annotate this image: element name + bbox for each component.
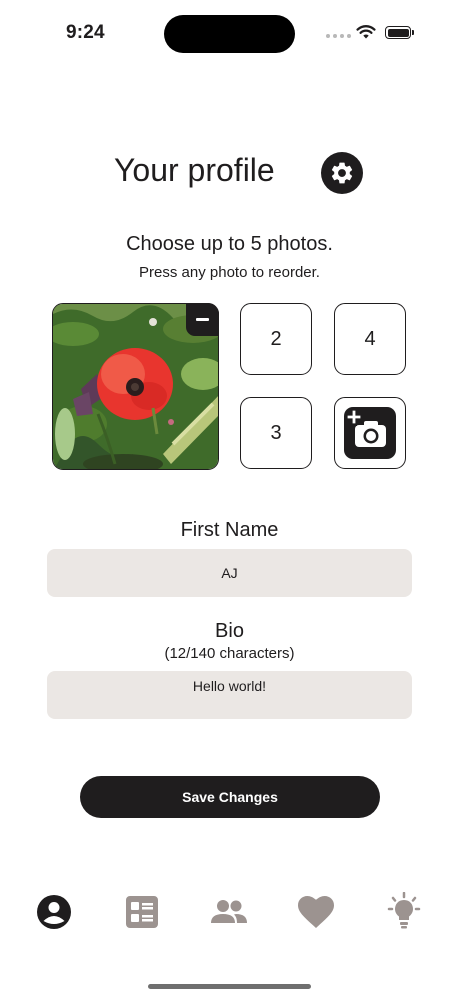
photos-heading: Choose up to 5 photos. — [126, 233, 333, 255]
bio-field[interactable]: Hello world! — [47, 671, 412, 719]
settings-button[interactable] — [321, 152, 363, 194]
gear-icon — [331, 162, 353, 184]
tab-list[interactable] — [122, 892, 162, 932]
battery-cap — [412, 30, 414, 35]
wifi-icon — [356, 25, 376, 39]
photos-hint: Press any photo to reorder. — [139, 264, 320, 281]
list-icon — [126, 896, 158, 928]
tab-ideas[interactable] — [384, 892, 424, 932]
home-indicator — [148, 984, 311, 989]
cellular-signal-icon — [326, 34, 351, 38]
add-photo-camera-icon — [344, 407, 396, 459]
heart-icon — [298, 896, 334, 928]
minus-icon — [196, 318, 209, 321]
bio-character-count: (12/140 characters) — [164, 645, 295, 662]
group-icon — [211, 900, 247, 923]
tab-profile[interactable] — [34, 892, 74, 932]
status-time: 9:24 — [66, 22, 105, 43]
bio-label: Bio — [215, 620, 244, 642]
battery-icon — [385, 26, 411, 39]
remove-photo-button[interactable] — [186, 303, 219, 336]
first-name-label: First Name — [180, 519, 279, 541]
add-photo-button[interactable] — [334, 397, 406, 469]
dynamic-island — [164, 15, 295, 53]
save-changes-button[interactable]: Save Changes — [80, 776, 380, 818]
tab-favorites[interactable] — [296, 892, 336, 932]
tab-people[interactable] — [209, 892, 249, 932]
lightbulb-icon — [387, 892, 421, 929]
page-title: Your profile — [114, 152, 275, 188]
photo-slot-3[interactable]: 3 — [240, 397, 312, 469]
photo-slot-2[interactable]: 2 — [240, 303, 312, 375]
account-circle-icon — [37, 895, 71, 929]
photo-slot-4[interactable]: 4 — [334, 303, 406, 375]
first-name-field[interactable]: AJ — [47, 549, 412, 597]
